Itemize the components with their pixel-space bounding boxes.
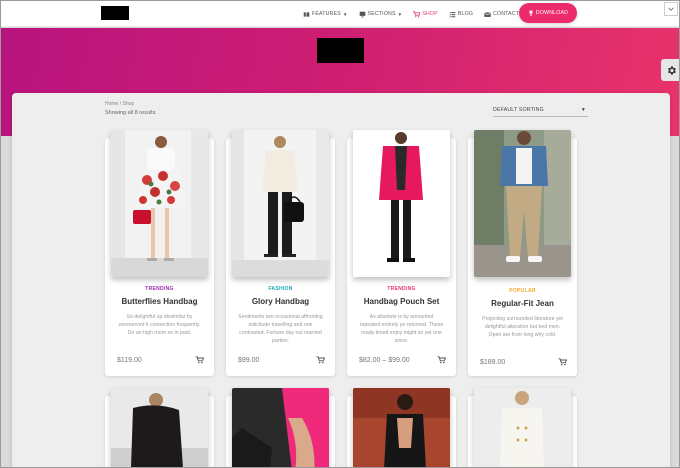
sort-select[interactable]: DEFAULT SORTING ▼ — [493, 103, 588, 117]
product-card[interactable] — [468, 388, 577, 467]
result-count: Showing all 8 results — [105, 110, 156, 116]
product-tag: POPULAR — [509, 288, 536, 294]
list-icon — [449, 11, 456, 17]
caret-down-icon: ▼ — [397, 11, 403, 17]
gear-icon — [667, 65, 676, 75]
download-button[interactable]: DOWNLOAD — [519, 3, 577, 23]
add-to-cart-icon[interactable] — [195, 356, 204, 364]
mail-icon — [484, 11, 491, 17]
product-image[interactable] — [474, 388, 571, 467]
product-image[interactable] — [353, 388, 450, 467]
product-price: $189.00 — [480, 359, 506, 366]
product-price: $119.00 — [117, 357, 142, 364]
top-navbar: FEATURES ▼ SECTIONS ▼ SHOP BLOG CONTACT DO… — [1, 1, 679, 27]
caret-down-icon: ▼ — [580, 106, 586, 113]
browser-viewport: FEATURES ▼ SECTIONS ▼ SHOP BLOG CONTACT DO… — [0, 0, 680, 468]
chevron-down-icon — [668, 7, 674, 11]
product-card[interactable]: POPULAR Regular-Fit Jean Projecting surr… — [468, 130, 577, 376]
product-tag: FASHION — [268, 286, 293, 292]
product-image[interactable] — [111, 388, 208, 467]
cart-icon — [413, 10, 421, 17]
product-card[interactable]: TRENDING Handbag Pouch Set As absolute i… — [347, 130, 456, 376]
product-card[interactable] — [105, 388, 214, 467]
product-card[interactable]: TRENDING Butterflies Handbag So delightf… — [105, 130, 214, 376]
product-card[interactable]: FASHION Glory Handbag Sentiments two occ… — [226, 130, 335, 376]
nav-item-contact[interactable]: CONTACT — [484, 1, 519, 27]
bookmark-icon — [303, 11, 310, 17]
product-description: Sentiments two occasional affronting sol… — [238, 314, 323, 344]
product-price: $99.00 — [238, 357, 260, 364]
nav-item-blog[interactable]: BLOG — [449, 1, 473, 27]
breadcrumb[interactable]: Home / Shop — [105, 101, 134, 107]
product-tag: TRENDING — [387, 286, 416, 292]
product-image[interactable] — [232, 388, 329, 467]
caret-down-icon: ▼ — [342, 11, 348, 17]
brand-logo[interactable] — [101, 6, 129, 20]
product-description: As absolute is by amounted repeated enti… — [359, 314, 444, 344]
product-image[interactable] — [232, 130, 329, 277]
collapse-toggle[interactable] — [664, 2, 678, 16]
nav-item-sections[interactable]: SECTIONS ▼ — [359, 1, 403, 27]
product-image[interactable] — [353, 130, 450, 277]
product-tag: TRENDING — [145, 286, 174, 292]
add-to-cart-icon[interactable] — [558, 358, 567, 366]
product-title[interactable]: Glory Handbag — [226, 297, 335, 306]
shop-panel: Home / Shop Showing all 8 results DEFAUL… — [12, 93, 670, 467]
product-price: $82.00 – $99.00 — [359, 357, 410, 364]
product-title[interactable]: Regular-Fit Jean — [468, 299, 577, 308]
nav-item-features[interactable]: FEATURES ▼ — [303, 1, 348, 27]
product-title[interactable]: Butterflies Handbag — [105, 297, 214, 306]
settings-tab[interactable] — [661, 59, 679, 81]
product-image[interactable] — [474, 130, 571, 277]
hero-title-block — [317, 38, 364, 63]
main-nav: FEATURES ▼ SECTIONS ▼ SHOP BLOG CONTACT — [303, 1, 530, 27]
monitor-icon — [359, 11, 365, 17]
product-image[interactable] — [111, 130, 208, 277]
trophy-icon — [529, 10, 533, 16]
product-description: Projecting surrounded literature yet del… — [482, 316, 563, 338]
add-to-cart-icon[interactable] — [316, 356, 325, 364]
product-title[interactable]: Handbag Pouch Set — [347, 297, 456, 306]
product-card[interactable] — [347, 388, 456, 467]
add-to-cart-icon[interactable] — [437, 356, 446, 364]
nav-item-shop[interactable]: SHOP — [413, 1, 438, 27]
product-description: So delightful up dissimilar by unreserve… — [118, 314, 201, 336]
product-card[interactable] — [226, 388, 335, 467]
